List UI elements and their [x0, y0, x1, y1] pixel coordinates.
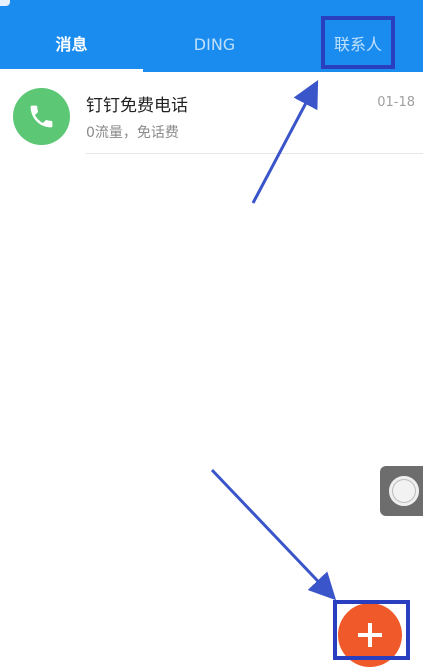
assistive-touch-ring: [389, 476, 419, 506]
contacts-highlight-box: [321, 16, 395, 69]
divider: [86, 153, 423, 154]
arrow-to-fab: [210, 468, 337, 601]
assistive-touch-icon[interactable]: [380, 466, 423, 516]
conversation-title: 钉钉免费电话: [86, 96, 188, 116]
status-bar-fragment: [0, 0, 10, 6]
phone-icon: [30, 105, 53, 128]
conversation-list: 钉钉免费电话 0流量，免话费 01-18: [0, 72, 423, 154]
tab-ding[interactable]: DING: [143, 30, 286, 60]
conversation-time: 01-18: [377, 95, 415, 110]
fab-highlight-box: [333, 600, 410, 660]
list-item[interactable]: 钉钉免费电话 0流量，免话费 01-18: [0, 72, 423, 154]
tab-messages[interactable]: 消息: [0, 30, 143, 60]
conversation-subtitle: 0流量，免话费: [86, 125, 179, 141]
avatar: [13, 88, 70, 145]
